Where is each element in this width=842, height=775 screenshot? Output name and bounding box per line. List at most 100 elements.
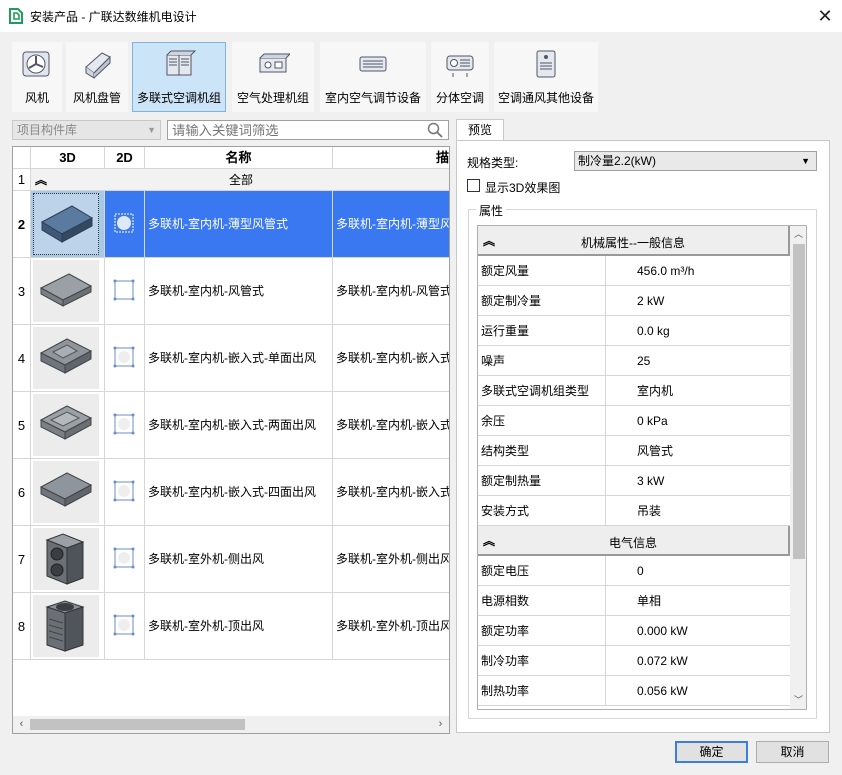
category-electrical[interactable]: ︽ 电气信息	[478, 526, 790, 556]
chevron-down-icon: ▼	[147, 125, 156, 135]
cassette-unit-icon	[39, 338, 93, 374]
thin-duct-unit-icon	[40, 205, 94, 243]
toolbar-hvac-other[interactable]: 空调通风其他设备	[494, 42, 598, 112]
attributes-legend: 属性	[476, 202, 507, 219]
vrf-unit-icon	[166, 50, 196, 76]
property-row[interactable]: 制热功率 0.056 kW	[478, 676, 790, 706]
category-mechanical[interactable]: ︽ 机械属性--一般信息	[478, 226, 790, 256]
model-3d-cell	[31, 459, 105, 525]
tab-preview[interactable]: 预览	[456, 119, 504, 141]
split-ac-icon	[446, 55, 474, 77]
property-name: 电源相数	[478, 586, 606, 616]
cancel-button[interactable]: 取消	[756, 741, 829, 763]
property-value[interactable]: 风管式	[607, 436, 673, 466]
property-value[interactable]: 单相	[607, 586, 661, 616]
property-row[interactable]: 额定功率 0.000 kW	[478, 616, 790, 646]
row-number: 1	[13, 169, 31, 190]
toolbar-split-ac[interactable]: 分体空调	[431, 42, 489, 112]
item-name: 多联机-室内机-嵌入式-两面出风	[145, 392, 333, 458]
property-name: 制冷功率	[478, 646, 606, 676]
property-row[interactable]: 制冷功率 0.072 kW	[478, 646, 790, 676]
search-input[interactable]	[167, 120, 449, 140]
property-value[interactable]: 456.0 m³/h	[607, 256, 694, 286]
scroll-left-icon[interactable]: ‹	[13, 716, 30, 733]
table-row[interactable]: 4 多联机-室内机-嵌入式-单面出风 多联机-室内机-嵌入式-单面出风	[13, 325, 449, 392]
toolbar-air-handler[interactable]: 空气处理机组	[232, 42, 314, 112]
column-header-3d[interactable]: 3D	[31, 147, 105, 169]
property-value[interactable]: 0.056 kW	[607, 676, 688, 706]
close-button[interactable]: ✕	[812, 4, 838, 28]
table-row[interactable]: 5 多联机-室内机-嵌入式-两面出风 多联机-室内机-嵌入式-两面出风	[13, 392, 449, 459]
collapse-chevron-icon[interactable]: ︽	[35, 171, 47, 188]
property-row[interactable]: 噪声 25	[478, 346, 790, 376]
property-value[interactable]: 0.0 kg	[607, 316, 670, 346]
search-icon[interactable]	[426, 121, 444, 139]
property-row[interactable]: 额定制冷量 2 kW	[478, 286, 790, 316]
thumbnail	[33, 394, 99, 456]
property-row[interactable]: 额定电压 0	[478, 556, 790, 586]
horizontal-scrollbar[interactable]: ‹ ›	[13, 716, 449, 733]
toolbar-fan-coil[interactable]: 风机盘管	[66, 42, 128, 112]
symbol-2d-cell	[105, 258, 145, 324]
property-row[interactable]: 电源相数 单相	[478, 586, 790, 616]
table-row[interactable]: 8 多联机-室外机-顶出风 多联机-室外机-顶出风	[13, 593, 450, 660]
table-row[interactable]: 6 多联机-室内机-嵌入式-四面出风 多联机-室内机-嵌入式-四面出风	[13, 459, 449, 526]
toolbar-label: 风机	[24, 91, 49, 105]
property-value[interactable]: 0	[607, 556, 644, 586]
thumbnail	[33, 327, 99, 389]
toolbar-fan[interactable]: 风机	[12, 42, 62, 112]
column-header-desc[interactable]: 描述	[333, 147, 449, 169]
scrollbar-thumb[interactable]	[793, 244, 805, 559]
row-number: 8	[13, 593, 31, 659]
table-row[interactable]: 7 多联机-室外机-侧出风 多联机-室外机-侧出风	[13, 526, 449, 593]
library-select[interactable]: 项目构件库 ▼	[12, 120, 161, 140]
category-label: 电气信息	[608, 536, 657, 550]
ok-button[interactable]: 确定	[675, 741, 748, 763]
thumbnail	[33, 528, 99, 590]
symbol-2d-cell	[105, 392, 145, 458]
item-name: 多联机-室内机-风管式	[145, 258, 333, 324]
property-row[interactable]: 额定制热量 3 kW	[478, 466, 790, 496]
column-header-name[interactable]: 名称	[145, 147, 333, 169]
property-name: 额定制冷量	[478, 286, 606, 316]
toolbar-label: 分体空调	[435, 91, 484, 105]
item-desc: 多联机-室内机-嵌入式-单面出风	[336, 351, 449, 365]
table-row[interactable]: 3 多联机-室内机-风管式 多联机-室内机-风管式	[13, 258, 449, 325]
property-value[interactable]: 25	[607, 346, 650, 376]
toolbar-vrf-unit[interactable]: 多联式空调机组	[132, 42, 226, 112]
item-desc: 多联机-室外机-顶出风	[336, 619, 450, 633]
property-row[interactable]: 安装方式 吊装	[478, 496, 790, 526]
scroll-down-icon[interactable]: ﹀	[790, 692, 806, 709]
property-value[interactable]: 2 kW	[607, 286, 664, 316]
air-handler-icon	[259, 53, 290, 73]
duct-unit-icon	[39, 273, 93, 307]
property-row[interactable]: 结构类型 风管式	[478, 436, 790, 466]
property-value[interactable]: 3 kW	[607, 466, 664, 496]
cassette-unit-icon	[39, 472, 93, 507]
property-row[interactable]: 运行重量 0.0 kg	[478, 316, 790, 346]
scroll-up-icon[interactable]: ︿	[790, 226, 806, 243]
property-row[interactable]: 多联式空调机组类型 室内机	[478, 376, 790, 406]
property-value[interactable]: 0.072 kW	[607, 646, 688, 676]
toolbar-indoor-ac[interactable]: 室内空气调节设备	[320, 42, 426, 112]
symbol-2d-icon	[114, 213, 134, 233]
show-3d-checkbox[interactable]	[467, 179, 480, 192]
property-value[interactable]: 0.000 kW	[607, 616, 688, 646]
show-3d-label[interactable]: 显示3D效果图	[485, 179, 560, 196]
scrollbar-thumb[interactable]	[30, 719, 245, 730]
group-row[interactable]: 1 全部 ︽	[13, 169, 449, 191]
property-value[interactable]: 室内机	[607, 376, 673, 406]
property-row[interactable]: 额定风量 456.0 m³/h	[478, 256, 790, 286]
outdoor-unit-top-icon	[45, 600, 85, 652]
property-row[interactable]: 余压 0 kPa	[478, 406, 790, 436]
scroll-right-icon[interactable]: ›	[432, 716, 449, 733]
symbol-2d-cell	[105, 459, 145, 525]
property-value[interactable]: 0 kPa	[607, 406, 668, 436]
property-value[interactable]: 吊装	[607, 496, 661, 526]
spec-type-select[interactable]: 制冷量2.2(kW) ▼	[574, 151, 817, 171]
vertical-scrollbar[interactable]: ︿ ﹀	[790, 226, 806, 709]
model-3d-cell	[31, 392, 105, 458]
table-row[interactable]: 2 多联机-室内机-薄型风管式 多联机-室内机-薄型风管式	[13, 191, 449, 258]
column-header-2d[interactable]: 2D	[105, 147, 145, 169]
model-3d-cell	[31, 593, 105, 659]
